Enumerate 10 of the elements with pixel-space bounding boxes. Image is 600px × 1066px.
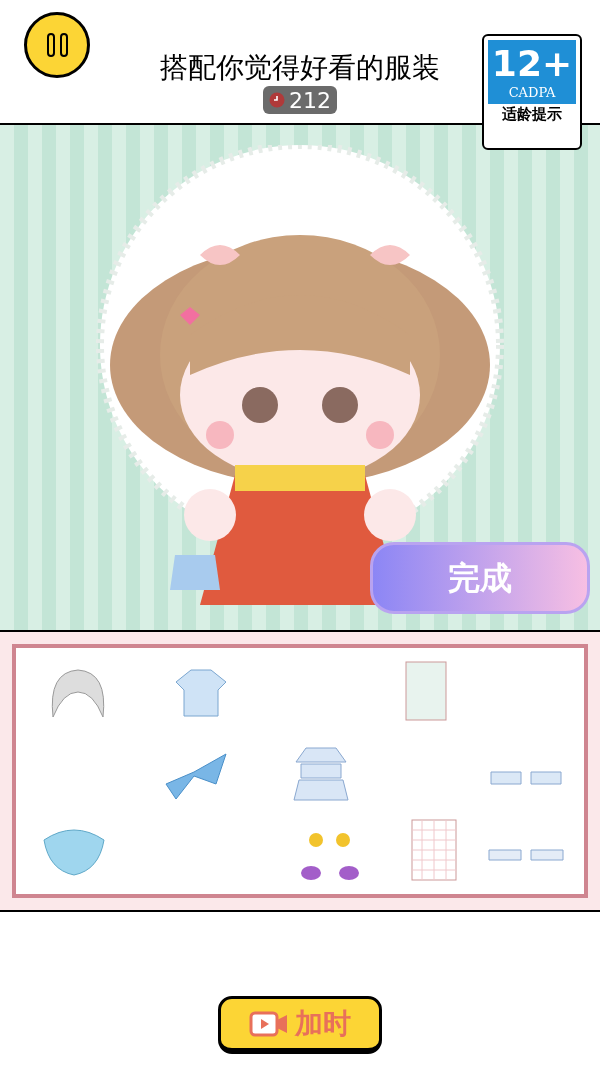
video-camera-icon [249, 1010, 289, 1037]
add-time-button[interactable]: 加时 [218, 996, 382, 1054]
done-button[interactable]: 完成 [370, 542, 590, 614]
age-rating: 12+ [491, 44, 573, 84]
pause-icon [46, 33, 68, 57]
clock-icon [269, 92, 285, 108]
timer-badge: 212 [263, 86, 337, 114]
rating-org: CADPA [508, 84, 556, 102]
page-title: 搭配你觉得好看的服装 [160, 50, 440, 86]
age-hint-label: 适龄提示 [502, 104, 562, 124]
